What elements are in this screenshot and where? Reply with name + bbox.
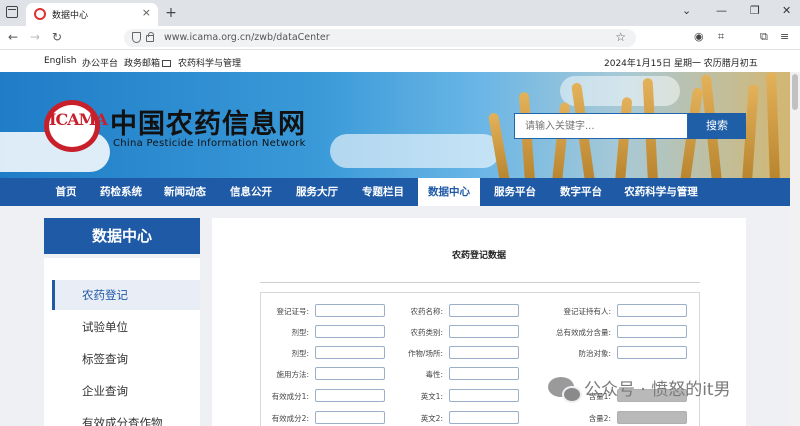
field-label: 有效成分1: [271,392,309,401]
field-label: 剂型: [291,328,309,337]
scrollbar-thumb[interactable] [792,74,798,110]
field-label: 防治对象: [578,349,611,358]
wheat-stalk [766,72,780,178]
target-pest-input[interactable] [617,346,687,359]
field-label: 有效成分2: [271,414,309,423]
sidebar-item-label-query[interactable]: 标签查询 [52,344,200,374]
nav-data-center[interactable]: 数据中心 [418,178,480,206]
field-label: 作物/场所: [407,349,443,358]
field-label: 英文2: [420,414,443,423]
banner-cloud [330,134,500,168]
nav-digital-platform[interactable]: 数字平台 [552,178,610,206]
mail-icon [162,60,172,67]
pesticide-category-input[interactable] [449,325,519,338]
field-label: 登记证持有人: [563,307,611,316]
account-icon[interactable]: ◉ [694,30,704,43]
reload-icon[interactable]: ↻ [52,30,62,44]
close-window-icon[interactable]: ✕ [782,4,791,17]
field-label: 剂型: [291,349,309,358]
wechat-icon [548,377,582,403]
field-label: 登记证号: [276,307,309,316]
gov-mail-link[interactable]: 政务邮箱 [124,56,172,69]
logo-text: ICAMA [49,110,108,129]
crop-site-input[interactable] [449,346,519,359]
field-label: 含量2: [588,414,611,423]
forward-icon[interactable]: → [30,30,40,44]
english-1-input[interactable] [449,389,519,402]
nav-news[interactable]: 新闻动态 [156,178,214,206]
site-favicon-icon [34,8,46,20]
nav-service-platform[interactable]: 服务平台 [486,178,544,206]
lock-icon[interactable] [146,32,154,42]
office-platform-link[interactable]: 办公平台 [82,56,118,69]
search-button[interactable]: 搜索 [688,113,746,139]
sidebar-title: 数据中心 [44,218,200,254]
field-label: 总有效成分含量: [555,328,611,337]
url-field[interactable]: www.icama.org.cn/zwb/dataCenter ☆ [124,29,636,47]
tab-list-chevron-icon[interactable]: ⌄ [682,4,691,17]
sidebar: 农药登记 试验单位 标签查询 企业查询 有效成分查作物 [44,258,200,426]
total-content-input[interactable] [617,325,687,338]
new-tab-button[interactable]: + [162,4,180,22]
browser-tab-bar: 数据中心 × + ⌄ — ❐ ✕ [0,0,800,26]
site-name: 中国农药信息网 [110,109,306,140]
top-info-bar: English 办公平台 政务邮箱 农药科学与管理 2024年1月15日 星期一… [0,50,800,72]
watermark: 公众号 · 愤怒的it男 [548,374,780,408]
nav-service-hall[interactable]: 服务大厅 [288,178,346,206]
sidebar-item-test-units[interactable]: 试验单位 [52,312,200,342]
gov-mail-label: 政务邮箱 [124,59,161,69]
nav-pesticide-science[interactable]: 农药科学与管理 [618,178,704,206]
header-banner: ICAMA 中国农药信息网 China Pesticide Informatio… [0,72,800,178]
tab-actions-icon[interactable] [6,6,18,18]
english-2-input[interactable] [449,411,519,424]
main-nav: 首页 药检系统 新闻动态 信息公开 服务大厅 专题栏目 数据中心 服务平台 数字… [0,178,800,206]
restore-icon[interactable]: ❐ [750,4,760,17]
form-title: 农药登记数据 [451,251,506,261]
page-scrollbar[interactable] [790,72,800,426]
nav-special-topics[interactable]: 专题栏目 [352,178,414,206]
search-input[interactable] [514,113,688,139]
holder-input[interactable] [617,304,687,317]
pesticide-science-link[interactable]: 农药科学与管理 [178,56,241,69]
menu-icon[interactable]: ≡ [780,30,789,43]
sidebar-item-pesticide-registration[interactable]: 农药登记 [52,280,200,310]
minimize-icon[interactable]: — [716,4,727,17]
crop-icon[interactable]: ⌗ [718,30,724,44]
browser-address-bar: ← → ↻ www.icama.org.cn/zwb/dataCenter ☆ … [0,26,800,50]
date-text: 2024年1月15日 星期一 农历腊月初五 [604,59,758,69]
nav-home[interactable]: 首页 [44,178,88,206]
sidebar-item-ingredient-crop-query[interactable]: 有效成分查作物 [52,408,200,426]
field-label: 农药名称: [410,307,443,316]
browser-tab[interactable]: 数据中心 × [26,3,158,26]
extensions-icon[interactable]: ⧉ [760,30,768,44]
tab-title: 数据中心 [52,11,89,21]
bookmark-star-icon[interactable]: ☆ [615,30,626,44]
english-link[interactable]: English [44,56,77,66]
tab-close-icon[interactable]: × [142,6,151,19]
shield-icon[interactable] [132,32,141,43]
back-icon[interactable]: ← [8,30,18,44]
toxicity-input[interactable] [449,367,519,380]
nav-inspection-system[interactable]: 药检系统 [92,178,150,206]
field-label: 毒性: [425,370,443,379]
content-2-input[interactable] [617,411,687,424]
divider [260,282,700,283]
pesticide-name-input[interactable] [449,304,519,317]
sidebar-item-company-query[interactable]: 企业查询 [52,376,200,406]
url-text[interactable]: www.icama.org.cn/zwb/dataCenter [164,32,330,43]
nav-public-info[interactable]: 信息公开 [222,178,280,206]
field-label: 英文1: [420,392,443,401]
field-label: 施用方法: [276,370,309,379]
watermark-text: 公众号 · 愤怒的it男 [584,380,731,400]
field-label: 农药类别: [410,328,443,337]
site-name-en: China Pesticide Information Network [113,138,306,149]
